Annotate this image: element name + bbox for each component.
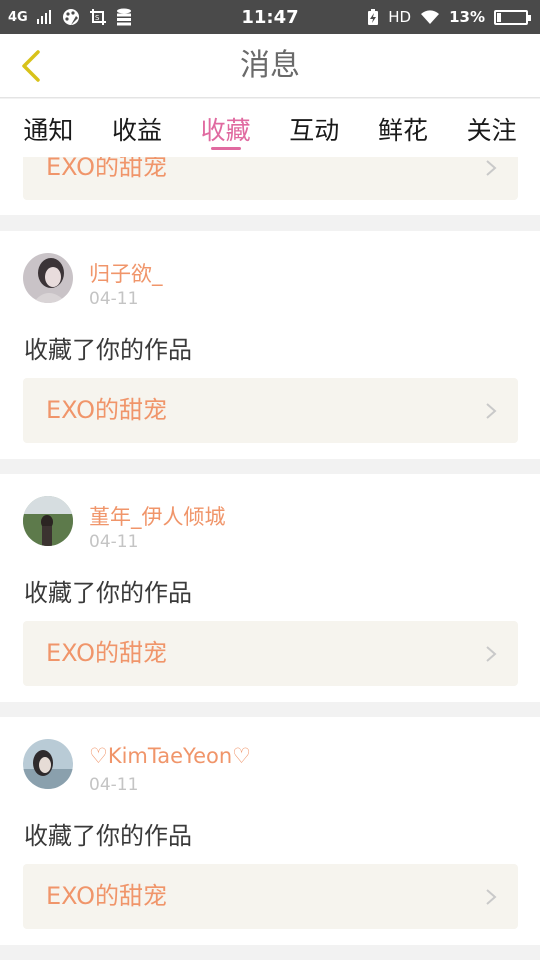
tab-interactions[interactable]: 互动 xyxy=(274,99,354,147)
username[interactable]: ♡KimTaeYeon♡ xyxy=(89,744,251,768)
work-link[interactable]: EXO的甜宠 xyxy=(23,157,518,200)
tab-earnings[interactable]: 收益 xyxy=(97,99,177,147)
app-header: 消息 xyxy=(0,34,540,98)
palette-icon xyxy=(62,9,79,25)
timestamp: 04-11 xyxy=(89,532,139,552)
work-link[interactable]: EXO的甜宠 xyxy=(23,621,518,686)
avatar[interactable] xyxy=(23,739,73,789)
storage-icon xyxy=(116,8,131,26)
chevron-right-icon xyxy=(486,160,497,176)
work-title: EXO的甜宠 xyxy=(46,882,167,910)
username[interactable]: 堇年_伊人倾城 xyxy=(89,501,226,531)
battery-icon xyxy=(494,9,531,25)
list-item: ♡KimTaeYeon♡ 04-11 收藏了你的作品 EXO的甜宠 xyxy=(0,717,540,945)
screenshot-icon: S xyxy=(89,9,106,25)
tab-flowers[interactable]: 鲜花 xyxy=(363,99,443,147)
tab-favorites[interactable]: 收藏 xyxy=(186,99,266,150)
tab-bar: 通知 收益 收藏 互动 鲜花 关注 xyxy=(0,99,540,157)
message-list[interactable]: EXO的甜宠 归子欲_ 04-11 收藏了你的作品 EXO的甜宠 堇年_伊人倾城… xyxy=(0,157,540,960)
page-title: 消息 xyxy=(240,48,300,83)
action-text: 收藏了你的作品 xyxy=(24,579,192,607)
work-title: EXO的甜宠 xyxy=(46,396,167,424)
action-text: 收藏了你的作品 xyxy=(24,822,192,850)
battery-charge-icon xyxy=(368,8,379,25)
chevron-right-icon xyxy=(486,889,497,905)
chevron-right-icon xyxy=(486,646,497,662)
work-title: EXO的甜宠 xyxy=(46,639,167,667)
hd-label: HD xyxy=(388,7,412,26)
list-item: 堇年_伊人倾城 04-11 收藏了你的作品 EXO的甜宠 xyxy=(0,474,540,702)
username[interactable]: 归子欲_ xyxy=(89,258,163,288)
work-link[interactable]: EXO的甜宠 xyxy=(23,378,518,443)
chevron-right-icon xyxy=(486,403,497,419)
avatar[interactable] xyxy=(23,496,73,546)
clock: 11:47 xyxy=(241,6,299,28)
signal-icon xyxy=(36,10,51,24)
avatar-image xyxy=(23,496,73,546)
wifi-icon xyxy=(421,10,440,24)
timestamp: 04-11 xyxy=(89,775,139,795)
network-type: 4G xyxy=(8,9,28,25)
avatar[interactable] xyxy=(23,253,73,303)
tab-notifications[interactable]: 通知 xyxy=(8,99,88,147)
work-title: EXO的甜宠 xyxy=(46,157,167,181)
avatar-image xyxy=(23,739,73,789)
battery-level xyxy=(497,12,501,22)
battery-percent: 13% xyxy=(449,8,485,26)
action-text: 收藏了你的作品 xyxy=(24,336,192,364)
status-left: 4G S xyxy=(8,8,132,26)
timestamp: 04-11 xyxy=(89,289,139,309)
work-link[interactable]: EXO的甜宠 xyxy=(23,864,518,929)
list-item: EXO的甜宠 xyxy=(0,157,540,215)
status-right: HD 13% xyxy=(367,7,531,26)
avatar-image xyxy=(23,253,73,303)
tab-follows[interactable]: 关注 xyxy=(452,99,532,147)
svg-text:S: S xyxy=(95,14,100,22)
list-item: 归子欲_ 04-11 收藏了你的作品 EXO的甜宠 xyxy=(0,231,540,459)
status-bar: 4G S 11:47 HD 13% xyxy=(0,0,540,34)
